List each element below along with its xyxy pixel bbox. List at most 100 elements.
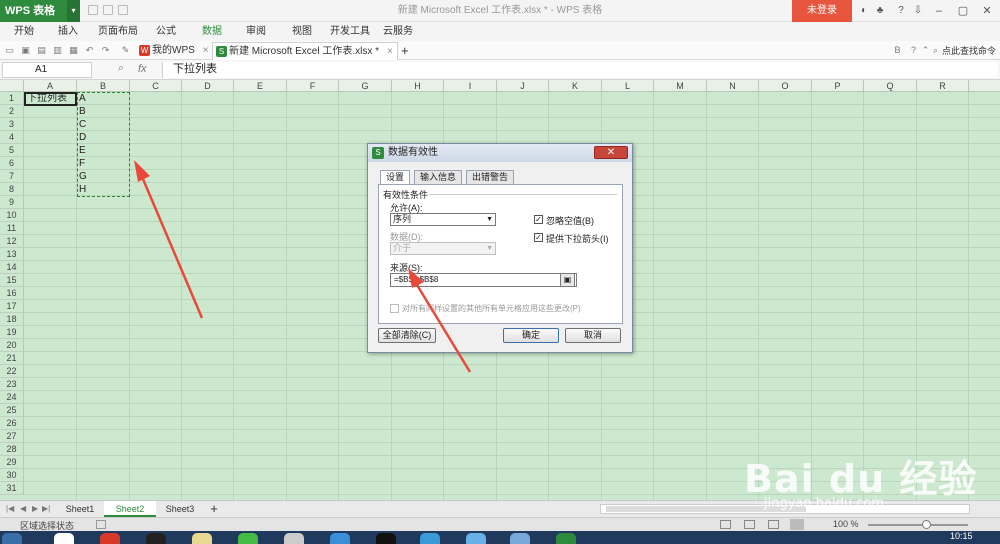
row-header[interactable]: 26 (0, 417, 24, 430)
command-search[interactable]: 点此查找命令 (942, 44, 996, 57)
taskbar-app-icon[interactable] (238, 533, 258, 544)
scroll-thumb[interactable] (606, 506, 806, 512)
format-painter-icon[interactable]: ✎ (120, 45, 131, 56)
login-button[interactable]: 未登录 (792, 0, 852, 22)
add-sheet-button[interactable]: + (204, 501, 224, 517)
folder-icon[interactable]: ▭ (4, 45, 15, 56)
column-header[interactable]: P (812, 80, 864, 92)
row-header[interactable]: 8 (0, 183, 24, 196)
ignore-blank-checkbox[interactable]: ✓ (534, 215, 543, 224)
row-header[interactable]: 15 (0, 274, 24, 287)
dialog-close-button[interactable]: ✕ (594, 146, 628, 159)
taskbar-app-icon[interactable] (54, 533, 74, 544)
row-header[interactable]: 29 (0, 456, 24, 469)
taskbar-app-icon[interactable] (376, 533, 396, 544)
row-header[interactable]: 16 (0, 287, 24, 300)
cancel-button[interactable]: 取消 (565, 328, 621, 343)
tab-close-icon[interactable]: × (203, 45, 209, 56)
start-icon[interactable] (2, 533, 22, 544)
menu-cloud[interactable]: 云服务 (380, 22, 416, 41)
column-header[interactable]: A (24, 80, 77, 92)
sheet-tab-1[interactable]: Sheet1 (58, 501, 102, 517)
column-header[interactable]: M (654, 80, 707, 92)
download-icon[interactable]: ⇩ (910, 3, 926, 19)
help-icon[interactable]: ? (893, 3, 909, 19)
row-header[interactable]: 21 (0, 352, 24, 365)
row-header[interactable]: 27 (0, 430, 24, 443)
menu-developer[interactable]: 开发工具 (328, 22, 372, 41)
horizontal-scrollbar[interactable] (600, 504, 970, 514)
clear-all-button[interactable]: 全部清除(C) (378, 328, 436, 343)
column-header[interactable]: R (917, 80, 969, 92)
share-icon[interactable]: B (892, 45, 903, 56)
taskbar-app-icon[interactable] (466, 533, 486, 544)
next-sheet-icon[interactable]: ▶ (32, 504, 38, 513)
taskbar-app-icon[interactable] (420, 533, 440, 544)
row-header[interactable]: 25 (0, 404, 24, 417)
column-header[interactable]: O (759, 80, 812, 92)
select-all-corner[interactable] (0, 80, 24, 92)
column-header[interactable]: L (602, 80, 654, 92)
skin-icon[interactable]: ◐ (856, 3, 872, 19)
tab-error-alert[interactable]: 出错警告 (466, 170, 515, 184)
zoom-slider-knob[interactable] (922, 520, 931, 529)
tab-current-document[interactable]: S 新建 Microsoft Excel 工作表.xlsx * × (212, 42, 398, 60)
row-header[interactable]: 13 (0, 248, 24, 261)
close-icon[interactable]: ✕ (974, 0, 1000, 22)
column-header[interactable]: C (130, 80, 182, 92)
name-box[interactable]: A1 (2, 62, 92, 78)
range-picker-icon[interactable]: ▣ (560, 273, 575, 287)
row-header[interactable]: 31 (0, 482, 24, 495)
allow-select[interactable]: 序列 ▼ (390, 213, 496, 226)
normal-view-icon[interactable] (720, 520, 731, 529)
row-header[interactable]: 12 (0, 235, 24, 248)
search-icon[interactable]: ⌕ (930, 45, 941, 56)
formula-input[interactable]: 下拉列表 (162, 62, 998, 78)
undo-icon[interactable]: ↶ (84, 45, 95, 56)
tab-close-icon[interactable]: × (387, 46, 393, 57)
fx-icon[interactable]: fx (138, 63, 147, 75)
row-header[interactable]: 30 (0, 469, 24, 482)
print-icon[interactable]: ▤ (36, 45, 47, 56)
menu-start[interactable]: 开始 (8, 22, 40, 41)
column-header[interactable]: N (707, 80, 759, 92)
sheet-tab-2[interactable]: Sheet2 (104, 501, 156, 517)
row-header[interactable]: 14 (0, 261, 24, 274)
ok-button[interactable]: 确定 (503, 328, 559, 343)
row-header[interactable]: 5 (0, 144, 24, 157)
last-sheet-icon[interactable]: ▶| (42, 504, 50, 513)
row-header[interactable]: 4 (0, 131, 24, 144)
preview-icon[interactable]: ▥ (52, 45, 63, 56)
new-tab-button[interactable]: + (398, 42, 416, 60)
column-header[interactable]: H (392, 80, 444, 92)
quick-save-icon[interactable] (88, 5, 98, 15)
prev-sheet-icon[interactable]: ◀ (20, 504, 26, 513)
taskbar-app-icon[interactable] (556, 533, 576, 544)
column-header[interactable]: F (287, 80, 339, 92)
app-menu-button[interactable]: WPS 表格 ▾ (0, 0, 80, 22)
row-header[interactable]: 11 (0, 222, 24, 235)
tab-settings[interactable]: 设置 (380, 170, 411, 185)
column-header[interactable]: E (234, 80, 287, 92)
source-input[interactable]: =$B$1:$B$8 (390, 273, 577, 287)
page-layout-icon[interactable] (744, 520, 755, 529)
menu-formula[interactable]: 公式 (150, 22, 182, 41)
column-header[interactable]: K (549, 80, 602, 92)
quick-open-icon[interactable] (103, 5, 113, 15)
minimize-icon[interactable]: – (926, 0, 952, 22)
column-header[interactable]: B (77, 80, 130, 92)
row-header[interactable]: 18 (0, 313, 24, 326)
menu-insert[interactable]: 插入 (52, 22, 84, 41)
tab-my-wps[interactable]: W 我的WPS × (136, 42, 210, 60)
row-header[interactable]: 17 (0, 300, 24, 313)
column-header[interactable]: J (497, 80, 549, 92)
taskbar-app-icon[interactable] (330, 533, 350, 544)
taskbar-app-icon[interactable] (284, 533, 304, 544)
export-icon[interactable]: ▦ (68, 45, 79, 56)
zoom-icon[interactable]: ⌕ (118, 62, 124, 75)
menu-data[interactable]: 数据 (196, 22, 228, 41)
column-header[interactable]: Q (864, 80, 917, 92)
tab-input-message[interactable]: 输入信息 (414, 170, 463, 184)
row-header[interactable]: 2 (0, 105, 24, 118)
question-icon[interactable]: ? (908, 45, 919, 56)
